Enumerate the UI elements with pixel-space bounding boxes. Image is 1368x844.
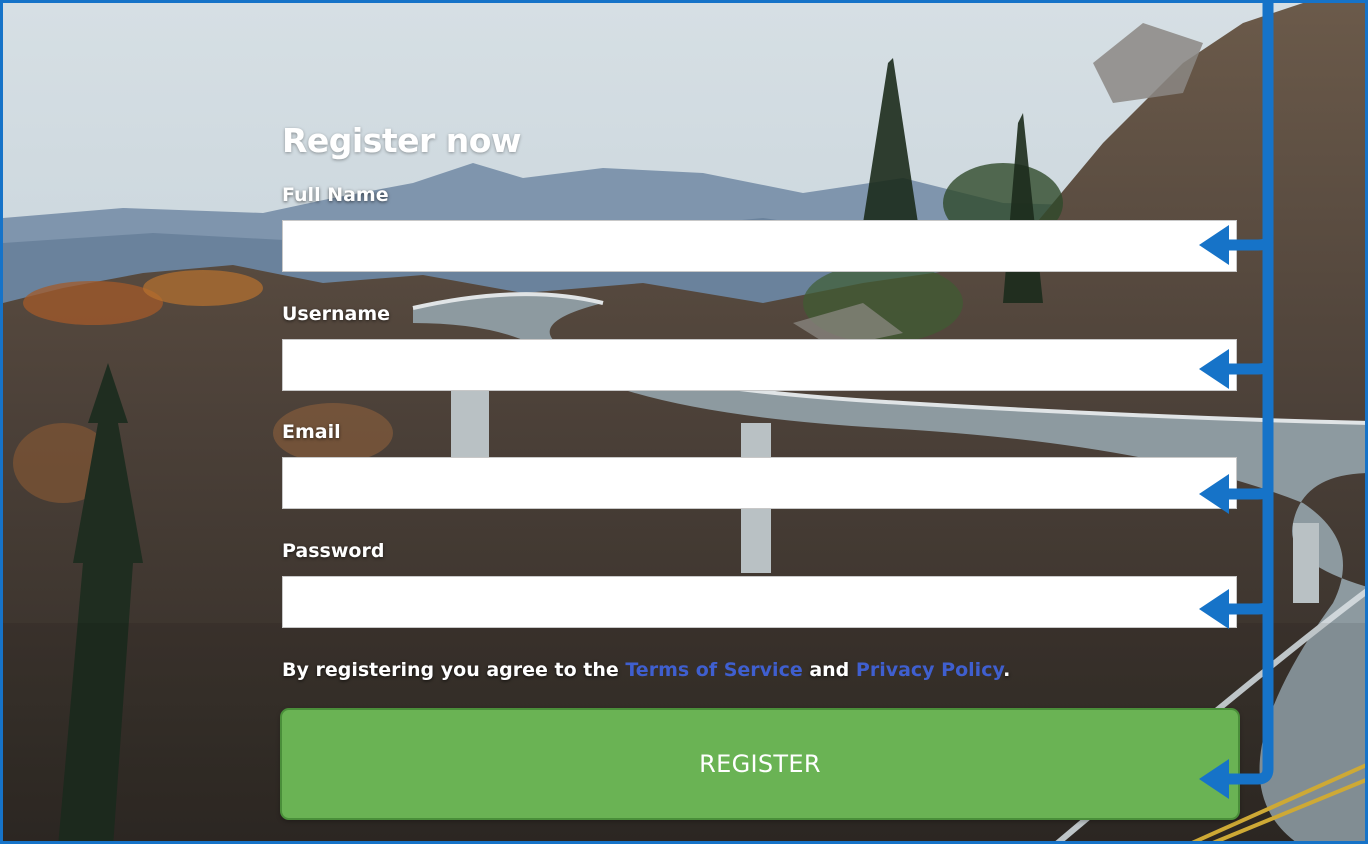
password-label: Password — [282, 540, 385, 562]
register-button[interactable]: REGISTER — [280, 708, 1240, 820]
terms-of-service-link[interactable]: Terms of Service — [625, 659, 802, 681]
username-input[interactable] — [282, 339, 1237, 391]
email-label: Email — [282, 421, 341, 443]
agreement-text: By registering you agree to the Terms of… — [282, 659, 1010, 681]
password-input[interactable] — [282, 576, 1237, 628]
agreement-suffix: . — [1003, 659, 1011, 681]
agreement-prefix: By registering you agree to the — [282, 659, 626, 681]
email-input[interactable] — [282, 457, 1237, 509]
full-name-label: Full Name — [282, 184, 389, 206]
privacy-policy-link[interactable]: Privacy Policy — [856, 659, 1003, 681]
agreement-conjunction: and — [802, 659, 856, 681]
page-title: Register now — [282, 121, 521, 160]
full-name-input[interactable] — [282, 220, 1237, 272]
username-label: Username — [282, 303, 391, 325]
screenshot-frame: Register now Full Name Username Email Pa… — [0, 0, 1368, 844]
